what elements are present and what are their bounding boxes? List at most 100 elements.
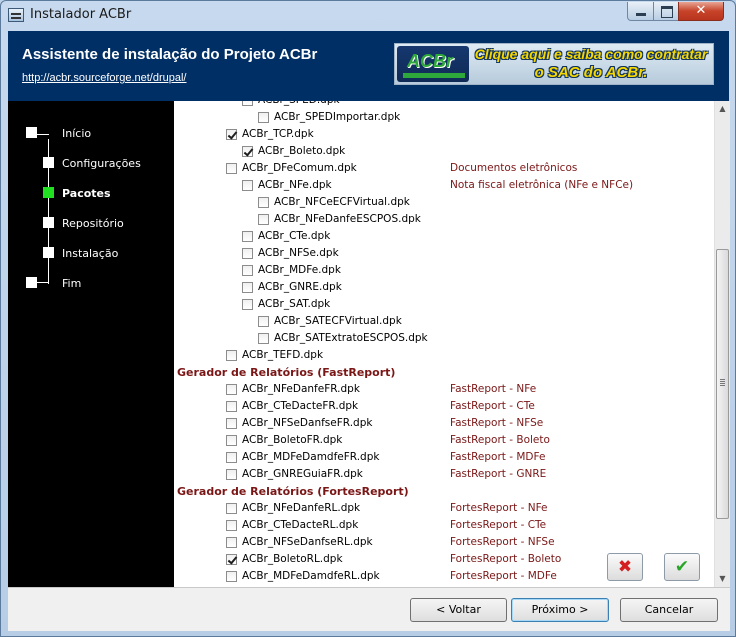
package-list[interactable]: ✖ ✔ ACBr_SPED.dpkACBr_SPEDImportar.dpkAC… bbox=[174, 101, 714, 587]
package-description: FortesReport - MDFe bbox=[450, 570, 557, 582]
package-row[interactable]: ACBr_MDFeDamdfeFR.dpk FastReport - MDFe bbox=[174, 450, 694, 467]
package-checkbox[interactable] bbox=[226, 469, 237, 480]
package-name: ACBr_SPED.dpk bbox=[258, 101, 340, 106]
title-bar[interactable]: Instalador ACBr ✕ bbox=[1, 1, 735, 29]
report-group-title: Gerador de Relatórios (FortesReport) bbox=[177, 485, 409, 498]
package-row[interactable]: ACBr_Boleto.dpk bbox=[174, 144, 694, 161]
report-group-title: Gerador de Relatórios (FastReport) bbox=[177, 366, 396, 379]
package-checkbox[interactable] bbox=[242, 299, 253, 310]
step-instalacao: Instalação bbox=[8, 245, 174, 265]
package-checkbox-checked[interactable] bbox=[226, 129, 237, 140]
package-checkbox-checked[interactable] bbox=[242, 146, 253, 157]
step-repositorio: Repositório bbox=[8, 215, 174, 235]
package-checkbox-checked[interactable] bbox=[226, 554, 237, 565]
package-checkbox[interactable] bbox=[226, 401, 237, 412]
package-description: FastReport - NFSe bbox=[450, 417, 544, 429]
package-checkbox[interactable] bbox=[226, 435, 237, 446]
package-checkbox[interactable] bbox=[226, 537, 237, 548]
project-link[interactable]: http://acbr.sourceforge.net/drupal/ bbox=[22, 72, 187, 84]
package-name: ACBr_SAT.dpk bbox=[258, 298, 331, 310]
package-name: ACBr_MDFeDamdfeRL.dpk bbox=[242, 570, 380, 582]
package-row[interactable]: ACBr_NFeDanfeRL.dpk FortesReport - NFe bbox=[174, 501, 694, 518]
package-description: FortesReport - CTe bbox=[450, 519, 547, 531]
package-description: FortesReport - NFSe bbox=[450, 536, 555, 548]
package-row[interactable]: ACBr_TCP.dpk bbox=[174, 127, 694, 144]
package-row[interactable]: ACBr_NFSeDanfseRL.dpk FortesReport - NFSe bbox=[174, 535, 694, 552]
package-checkbox[interactable] bbox=[258, 112, 269, 123]
cancel-button[interactable]: Cancelar bbox=[620, 598, 718, 622]
package-description: FastReport - CTe bbox=[450, 400, 535, 412]
step-label: Início bbox=[62, 127, 92, 140]
package-row[interactable]: ACBr_CTeDacteFR.dpk FastReport - CTe bbox=[174, 399, 694, 416]
package-row[interactable]: ACBr_BoletoFR.dpk FastReport - Boleto bbox=[174, 433, 694, 450]
package-row[interactable]: ACBr_NFCeECFVirtual.dpk bbox=[174, 195, 694, 212]
package-row[interactable]: ACBr_NFSeDanfseFR.dpk FastReport - NFSe bbox=[174, 416, 694, 433]
banner-text-line2: o SAC do ACBr. bbox=[534, 64, 648, 81]
maximize-button[interactable] bbox=[653, 2, 679, 21]
package-row[interactable]: ACBr_GNREGuiaFR.dpk FastReport - GNRE bbox=[174, 467, 694, 484]
package-checkbox[interactable] bbox=[226, 452, 237, 463]
package-name: ACBr_NFeDanfeFR.dpk bbox=[242, 383, 360, 395]
scroll-thumb[interactable] bbox=[716, 249, 729, 519]
package-row[interactable]: ACBr_TEFD.dpk bbox=[174, 348, 694, 365]
package-row[interactable]: ACBr_SPEDImportar.dpk bbox=[174, 110, 694, 127]
package-row[interactable]: ACBr_NFe.dpk Nota fiscal eletrônica (NFe … bbox=[174, 178, 694, 195]
package-checkbox[interactable] bbox=[242, 180, 253, 191]
package-checkbox[interactable] bbox=[226, 418, 237, 429]
package-description: Nota fiscal eletrônica (NFe e NFCe) bbox=[450, 179, 634, 191]
package-checkbox[interactable] bbox=[258, 333, 269, 344]
step-label: Pacotes bbox=[62, 187, 111, 200]
back-button[interactable]: < Voltar bbox=[410, 598, 507, 622]
minimize-button[interactable] bbox=[627, 2, 654, 21]
package-checkbox[interactable] bbox=[242, 101, 253, 106]
package-checkbox[interactable] bbox=[258, 316, 269, 327]
package-name: ACBr_BoletoRL.dpk bbox=[242, 553, 343, 565]
step-label: Fim bbox=[62, 277, 82, 290]
package-row[interactable]: ACBr_SATECFVirtual.dpk bbox=[174, 314, 694, 331]
package-checkbox[interactable] bbox=[226, 384, 237, 395]
package-checkbox[interactable] bbox=[258, 197, 269, 208]
step-marker bbox=[43, 247, 54, 258]
package-checkbox[interactable] bbox=[226, 520, 237, 531]
package-row[interactable]: ACBr_CTeDacteRL.dpk FortesReport - CTe bbox=[174, 518, 694, 535]
package-checkbox[interactable] bbox=[242, 282, 253, 293]
package-row[interactable]: ACBr_SAT.dpk bbox=[174, 297, 694, 314]
package-checkbox[interactable] bbox=[242, 265, 253, 276]
next-button[interactable]: Próximo > bbox=[511, 598, 609, 622]
package-description: FastReport - GNRE bbox=[450, 468, 547, 480]
package-row[interactable]: ACBr_SPED.dpk bbox=[174, 101, 694, 110]
sac-banner[interactable]: ACBr Clique aqui e saiba como contratar … bbox=[394, 43, 714, 85]
package-checkbox[interactable] bbox=[226, 350, 237, 361]
step-marker bbox=[43, 157, 54, 168]
package-name: ACBr_NFSeDanfseRL.dpk bbox=[242, 536, 373, 548]
footer-bar: < Voltar Próximo > Cancelar bbox=[8, 587, 730, 631]
package-row[interactable]: ACBr_BoletoRL.dpk FortesReport - Boleto bbox=[174, 552, 694, 569]
package-checkbox[interactable] bbox=[226, 163, 237, 174]
package-checkbox[interactable] bbox=[258, 214, 269, 225]
package-description: FastReport - NFe bbox=[450, 383, 537, 395]
package-name: ACBr_CTeDacteRL.dpk bbox=[242, 519, 359, 531]
acbr-logo: ACBr bbox=[397, 46, 469, 82]
package-row[interactable]: ACBr_NFeDanfeESCPOS.dpk bbox=[174, 212, 694, 229]
package-row[interactable]: ACBr_GNRE.dpk bbox=[174, 280, 694, 297]
package-checkbox[interactable] bbox=[242, 231, 253, 242]
package-row[interactable]: ACBr_DFeComum.dpk Documentos eletrônicos bbox=[174, 161, 694, 178]
package-row[interactable]: ACBr_CTe.dpk bbox=[174, 229, 694, 246]
package-checkbox[interactable] bbox=[226, 571, 237, 582]
package-row[interactable]: ACBr_NFeDanfeFR.dpk FastReport - NFe bbox=[174, 382, 694, 399]
scroll-up-arrow-icon[interactable]: ▲ bbox=[715, 101, 730, 117]
package-row[interactable]: ACBr_SATExtratoESCPOS.dpk bbox=[174, 331, 694, 348]
package-row[interactable]: ACBr_NFSe.dpk bbox=[174, 246, 694, 263]
step-pacotes: Pacotes bbox=[8, 185, 174, 205]
close-button[interactable]: ✕ bbox=[678, 2, 724, 21]
package-name: ACBr_MDFeDamdfeFR.dpk bbox=[242, 451, 380, 463]
package-checkbox[interactable] bbox=[242, 248, 253, 259]
package-row[interactable]: ACBr_MDFeDamdfeRL.dpk FortesReport - MDFe bbox=[174, 569, 694, 586]
vertical-scrollbar[interactable]: ▲ ▼ bbox=[714, 101, 730, 587]
package-description: FortesReport - Boleto bbox=[450, 553, 562, 565]
step-marker bbox=[43, 217, 54, 228]
package-row[interactable]: ACBr_MDFe.dpk bbox=[174, 263, 694, 280]
package-checkbox[interactable] bbox=[226, 503, 237, 514]
header-banner: Assistente de instalação do Projeto ACBr… bbox=[8, 31, 729, 101]
scroll-down-arrow-icon[interactable]: ▼ bbox=[715, 571, 730, 587]
